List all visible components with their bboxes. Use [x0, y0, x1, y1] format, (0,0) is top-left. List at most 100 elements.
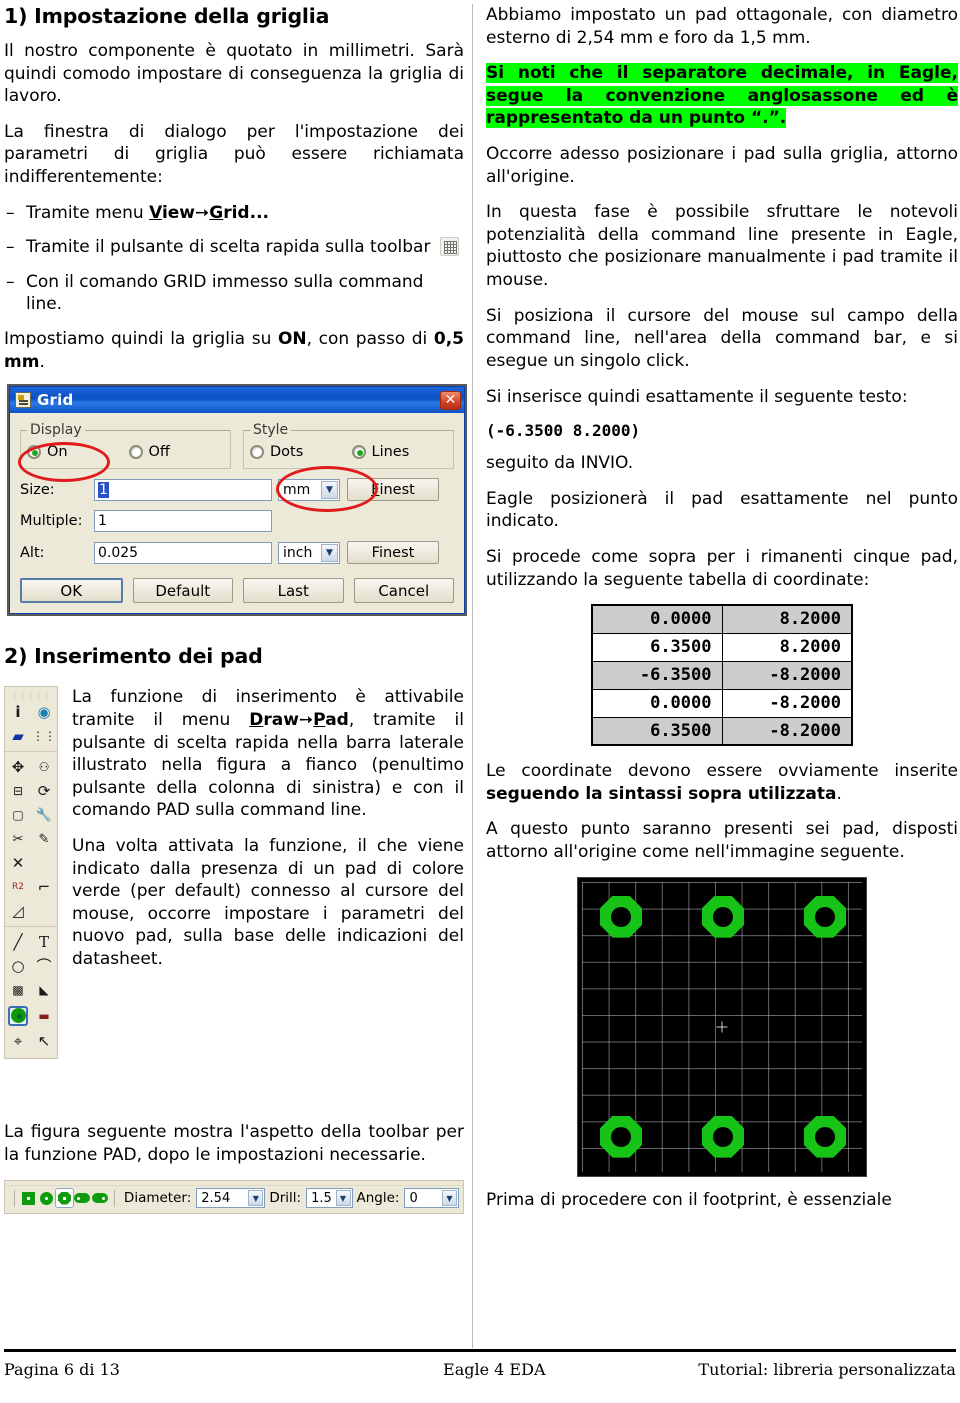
footer-line: Pagina 6 di 13 Eagle 4 EDA Tutorial: lib… [4, 1352, 956, 1379]
last-button[interactable]: Last [243, 578, 344, 604]
radio-lines[interactable]: Lines [351, 444, 448, 460]
toolbar-text: Tramite il pulsante di scelta rapida sul… [26, 237, 436, 258]
octagon-pad-icon[interactable] [55, 1188, 74, 1209]
toolbar-row-6: ✂ ✎ [5, 827, 57, 851]
two-column-layout: 1) Impostazione della griglia Il nostro … [0, 0, 960, 1348]
paint-icon[interactable]: ✎ [34, 829, 54, 849]
group-icon[interactable]: ⚇ [34, 757, 54, 777]
table-row: -6.3500 -8.2000 [591, 660, 853, 690]
toolbar-section-2: ✥ ⚇ ⊟ ⟳ ▢ 🔧 ✂ ✎ ✕ R2 ⌐ ◿ [5, 752, 57, 928]
offset-pad-icon[interactable] [91, 1188, 109, 1208]
chevron-down-icon: ▼ [321, 480, 338, 499]
delete-icon[interactable]: ✕ [8, 853, 28, 873]
coord-x: 0.0000 [591, 604, 723, 634]
highlighted-note: Si noti che il separatore decimale, in E… [486, 62, 958, 130]
toolbar-row-12: ▩ ◣ [5, 978, 57, 1002]
size-unit-select[interactable]: mm ▼ [278, 478, 340, 501]
diameter-value: 2.54 [201, 1190, 231, 1206]
chevron-down-icon: ▼ [335, 1190, 351, 1207]
radio-on-label: On [47, 444, 68, 461]
arc-icon[interactable]: ⌐ [34, 877, 54, 897]
polygon-icon[interactable]: ◣ [34, 980, 54, 1000]
cancel-button[interactable]: Cancel [353, 578, 454, 604]
size-value: 1 [98, 481, 109, 498]
diameter-input[interactable]: 2.54 ▼ [196, 1188, 266, 1209]
scissors-icon[interactable]: ✂ [8, 829, 28, 849]
coord-x: 6.3500 [591, 632, 723, 662]
alt-unit-select[interactable]: inch ▼ [278, 541, 340, 564]
rect-icon[interactable]: ▩ [8, 980, 28, 1000]
smd-icon[interactable]: ▬ [34, 1006, 54, 1026]
coord-y: -8.2000 [721, 716, 853, 746]
toolbar-section-1: ⋮⋮⋮⋮⋮ i ◉ ▰ ⋮⋮ [5, 689, 57, 753]
smash-icon[interactable]: ◿ [8, 901, 28, 921]
hole-icon[interactable]: ⌖ [8, 1031, 28, 1051]
origin-marker-icon [716, 1021, 728, 1033]
size-input[interactable]: 1 [94, 478, 272, 501]
methods-list: Tramite menu View➙Grid... Tramite il pul… [4, 202, 464, 316]
display-grid-icon[interactable]: ⋮⋮ [32, 726, 56, 746]
coordinates-table-body: 0.0000 8.2000 6.3500 8.2000 -6.3500 -8.2… [591, 604, 853, 746]
circle-icon[interactable]: ○ [8, 956, 28, 976]
eye-icon[interactable]: ◉ [34, 702, 54, 722]
default-button[interactable]: Default [132, 578, 233, 604]
square-pad-icon[interactable] [20, 1188, 38, 1208]
angle-label: Angle: [356, 1190, 400, 1207]
angle-input[interactable]: 0 ▼ [404, 1188, 459, 1209]
layers-icon[interactable]: ▰ [8, 726, 28, 746]
grid-dialog-window: Grid ✕ Display On Off Style Dots Lines S… [9, 386, 465, 615]
footer-center-title: Eagle 4 EDA [443, 1360, 546, 1379]
toolbar-row-5: ▢ 🔧 [5, 803, 57, 827]
ok-button[interactable]: OK [20, 578, 123, 604]
list-item-toolbar: Tramite il pulsante di scelta rapida sul… [4, 236, 464, 259]
style-group: Style Dots Lines [243, 422, 454, 470]
toolbar-separator-2 [114, 1189, 115, 1207]
mirror-icon[interactable]: ⊟ [8, 781, 28, 801]
size-finest-button[interactable]: Finest [347, 478, 439, 502]
radio-on[interactable]: On [27, 444, 123, 460]
rotate-icon[interactable]: ⟳ [34, 781, 54, 801]
section-heading-2: 2) Inserimento dei pad [4, 644, 263, 669]
display-legend: Display [30, 422, 82, 439]
coord-y: 8.2000 [721, 604, 853, 634]
multiple-value: 1 [98, 513, 107, 530]
multiple-input[interactable]: 1 [94, 510, 272, 533]
pad-icon[interactable] [8, 1005, 28, 1026]
toolbar-row-8: R2 ⌐ [5, 875, 57, 899]
right-paragraph-4: Si posiziona il cursore del mouse sul ca… [486, 305, 958, 371]
drill-value: 1.5 [311, 1190, 332, 1206]
info-icon[interactable]: i [8, 702, 28, 722]
p3-a: Impostiamo quindi la griglia su [4, 329, 278, 350]
close-icon[interactable]: ✕ [440, 390, 461, 410]
list-item-menu: Tramite menu View➙Grid... [4, 202, 464, 225]
round-pad-icon[interactable] [38, 1188, 56, 1208]
move-icon[interactable]: ✥ [8, 757, 28, 777]
finest-mnemonic: F [371, 481, 380, 498]
alt-finest-button[interactable]: Finest [347, 541, 439, 565]
alt-row: Alt: 0.025 inch ▼ Finest [20, 541, 454, 565]
text-icon[interactable]: T [34, 932, 54, 952]
grid-toolbar-icon[interactable] [439, 237, 459, 257]
coordinates-table: 0.0000 8.2000 6.3500 8.2000 -6.3500 -8.2… [591, 604, 853, 747]
pad-description-text: La funzione di inserimento è attivabile … [72, 686, 464, 1059]
toolbar-row-2: ▰ ⋮⋮ [5, 724, 57, 748]
radio-off[interactable]: Off [128, 444, 225, 460]
marquee-icon[interactable]: ▢ [8, 805, 28, 825]
drill-input[interactable]: 1.5 ▼ [306, 1188, 353, 1209]
right-paragraph-3: In questa fase è possibile sfruttare le … [486, 202, 958, 291]
drag-dots-icon: ⋮⋮⋮⋮⋮ [11, 692, 51, 701]
radio-dots[interactable]: Dots [250, 444, 346, 460]
long-pad-icon[interactable] [74, 1188, 92, 1208]
line-icon[interactable]: ╱ [8, 932, 28, 952]
footer-document-title: Tutorial: libreria personalizzata [698, 1360, 956, 1379]
toolbar-grab-handle[interactable]: ⋮⋮⋮⋮⋮ [5, 692, 57, 700]
ratio-icon[interactable]: R2 [8, 877, 28, 897]
pcb-pad [600, 1115, 642, 1158]
pad-toolbar: Diameter: 2.54 ▼ Drill: 1.5 ▼ Angle: 0 ▼ [5, 1184, 463, 1211]
coord-y: -8.2000 [721, 660, 853, 690]
arc2-icon[interactable]: ⌒ [34, 956, 54, 976]
wrench-icon[interactable]: 🔧 [34, 805, 54, 825]
paragraph-2: La finestra di dialogo per l'impostazion… [4, 121, 464, 188]
alt-input[interactable]: 0.025 [94, 541, 272, 564]
radio-lines-indicator [351, 445, 366, 460]
